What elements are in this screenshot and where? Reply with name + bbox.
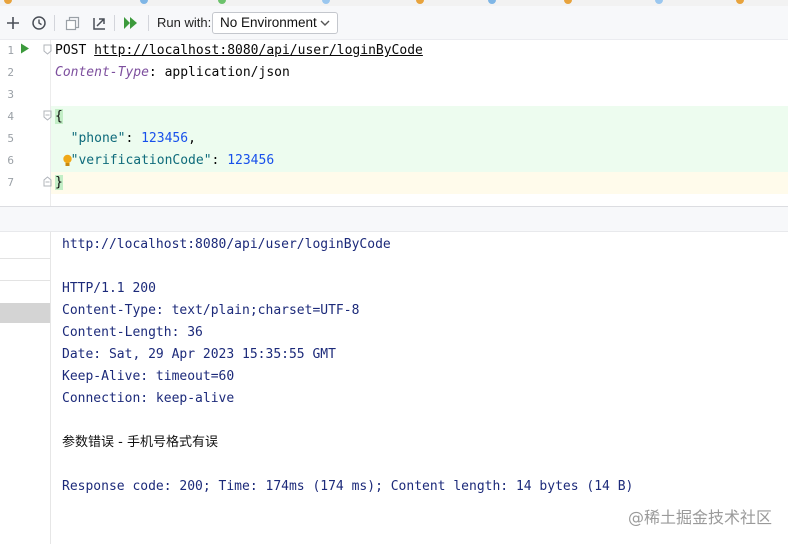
- brace-open: {: [55, 109, 63, 124]
- run-all-icon[interactable]: [120, 12, 142, 34]
- json-close-line: }: [55, 172, 63, 194]
- line-number: 4: [7, 110, 14, 123]
- json-comma: ,: [188, 131, 196, 146]
- current-line-highlight: [50, 172, 788, 194]
- json-number: 123456: [227, 153, 275, 168]
- json-code-line: "verificationCode": 123456: [55, 150, 275, 172]
- panel-divider[interactable]: [0, 206, 788, 232]
- response-summary: Response code: 200; Time: 174ms (174 ms)…: [62, 479, 634, 494]
- http-method: POST: [55, 43, 87, 58]
- http-client-toolbar: Run with: No Environment: [0, 6, 788, 40]
- request-line: POST http://localhost:8080/api/user/logi…: [55, 40, 423, 62]
- gutter-separator: [0, 280, 50, 281]
- response-header-line: Content-Length: 36: [62, 325, 203, 340]
- response-panel: http://localhost:8080/api/user/loginByCo…: [0, 232, 788, 544]
- line-number: 3: [7, 88, 14, 101]
- line-number: 2: [7, 66, 14, 79]
- response-header-line: Keep-Alive: timeout=60: [62, 369, 235, 384]
- fold-icon[interactable]: [43, 44, 52, 55]
- json-colon: :: [211, 153, 228, 168]
- json-number: 123456: [141, 131, 189, 146]
- gutter-selection: [0, 303, 50, 323]
- json-open-line: {: [55, 106, 63, 128]
- run-with-label: Run with:: [157, 15, 212, 30]
- chevron-down-icon: [320, 20, 330, 26]
- copy-icon[interactable]: [61, 12, 83, 34]
- response-header-line: Connection: keep-alive: [62, 391, 235, 406]
- toolbar-separator: [114, 15, 115, 31]
- convert-icon[interactable]: [88, 12, 110, 34]
- request-url[interactable]: http://localhost:8080/api/user/loginByCo…: [94, 43, 423, 58]
- response-body: 参数错误 - 手机号格式有误: [62, 435, 218, 450]
- json-key: "verificationCode": [70, 153, 212, 168]
- json-colon: :: [125, 131, 142, 146]
- history-icon[interactable]: [28, 12, 50, 34]
- json-phone-line: "phone": 123456,: [55, 128, 196, 150]
- header-line: Content-Type: application/json: [55, 62, 290, 84]
- response-gutter: [0, 232, 51, 544]
- environment-value: No Environment: [220, 15, 317, 30]
- toolbar-separator: [54, 15, 55, 31]
- fold-icon[interactable]: [43, 176, 52, 187]
- header-value: application/json: [164, 65, 290, 80]
- response-header-line: Date: Sat, 29 Apr 2023 15:35:55 GMT: [62, 347, 336, 362]
- brace-close: }: [55, 175, 63, 190]
- response-header-line: Content-Type: text/plain;charset=UTF-8: [62, 303, 360, 318]
- add-icon[interactable]: [2, 12, 24, 34]
- brace-highlight: [50, 106, 788, 128]
- request-editor[interactable]: 1 2 3 4 5 6 7 POST http://localhost:8080…: [0, 40, 788, 206]
- environment-select[interactable]: No Environment: [212, 12, 338, 34]
- fold-icon[interactable]: [43, 110, 52, 121]
- gutter-separator: [0, 258, 50, 259]
- json-key: "phone": [70, 131, 126, 146]
- header-name: Content-Type: [55, 65, 149, 80]
- line-number: 5: [7, 132, 14, 145]
- line-number: 6: [7, 154, 14, 167]
- lightbulb-icon[interactable]: [62, 154, 73, 168]
- line-number: 7: [7, 176, 14, 189]
- toolbar-separator: [148, 15, 149, 31]
- header-separator: :: [148, 65, 165, 80]
- response-status-line: HTTP/1.1 200: [62, 281, 156, 296]
- response-url-line: http://localhost:8080/api/user/loginByCo…: [62, 237, 391, 252]
- line-number: 1: [7, 44, 14, 57]
- line-number-gutter: 1 2 3 4 5 6 7: [0, 40, 52, 206]
- run-request-icon[interactable]: [20, 43, 30, 54]
- watermark: @稀土掘金技术社区: [627, 508, 772, 527]
